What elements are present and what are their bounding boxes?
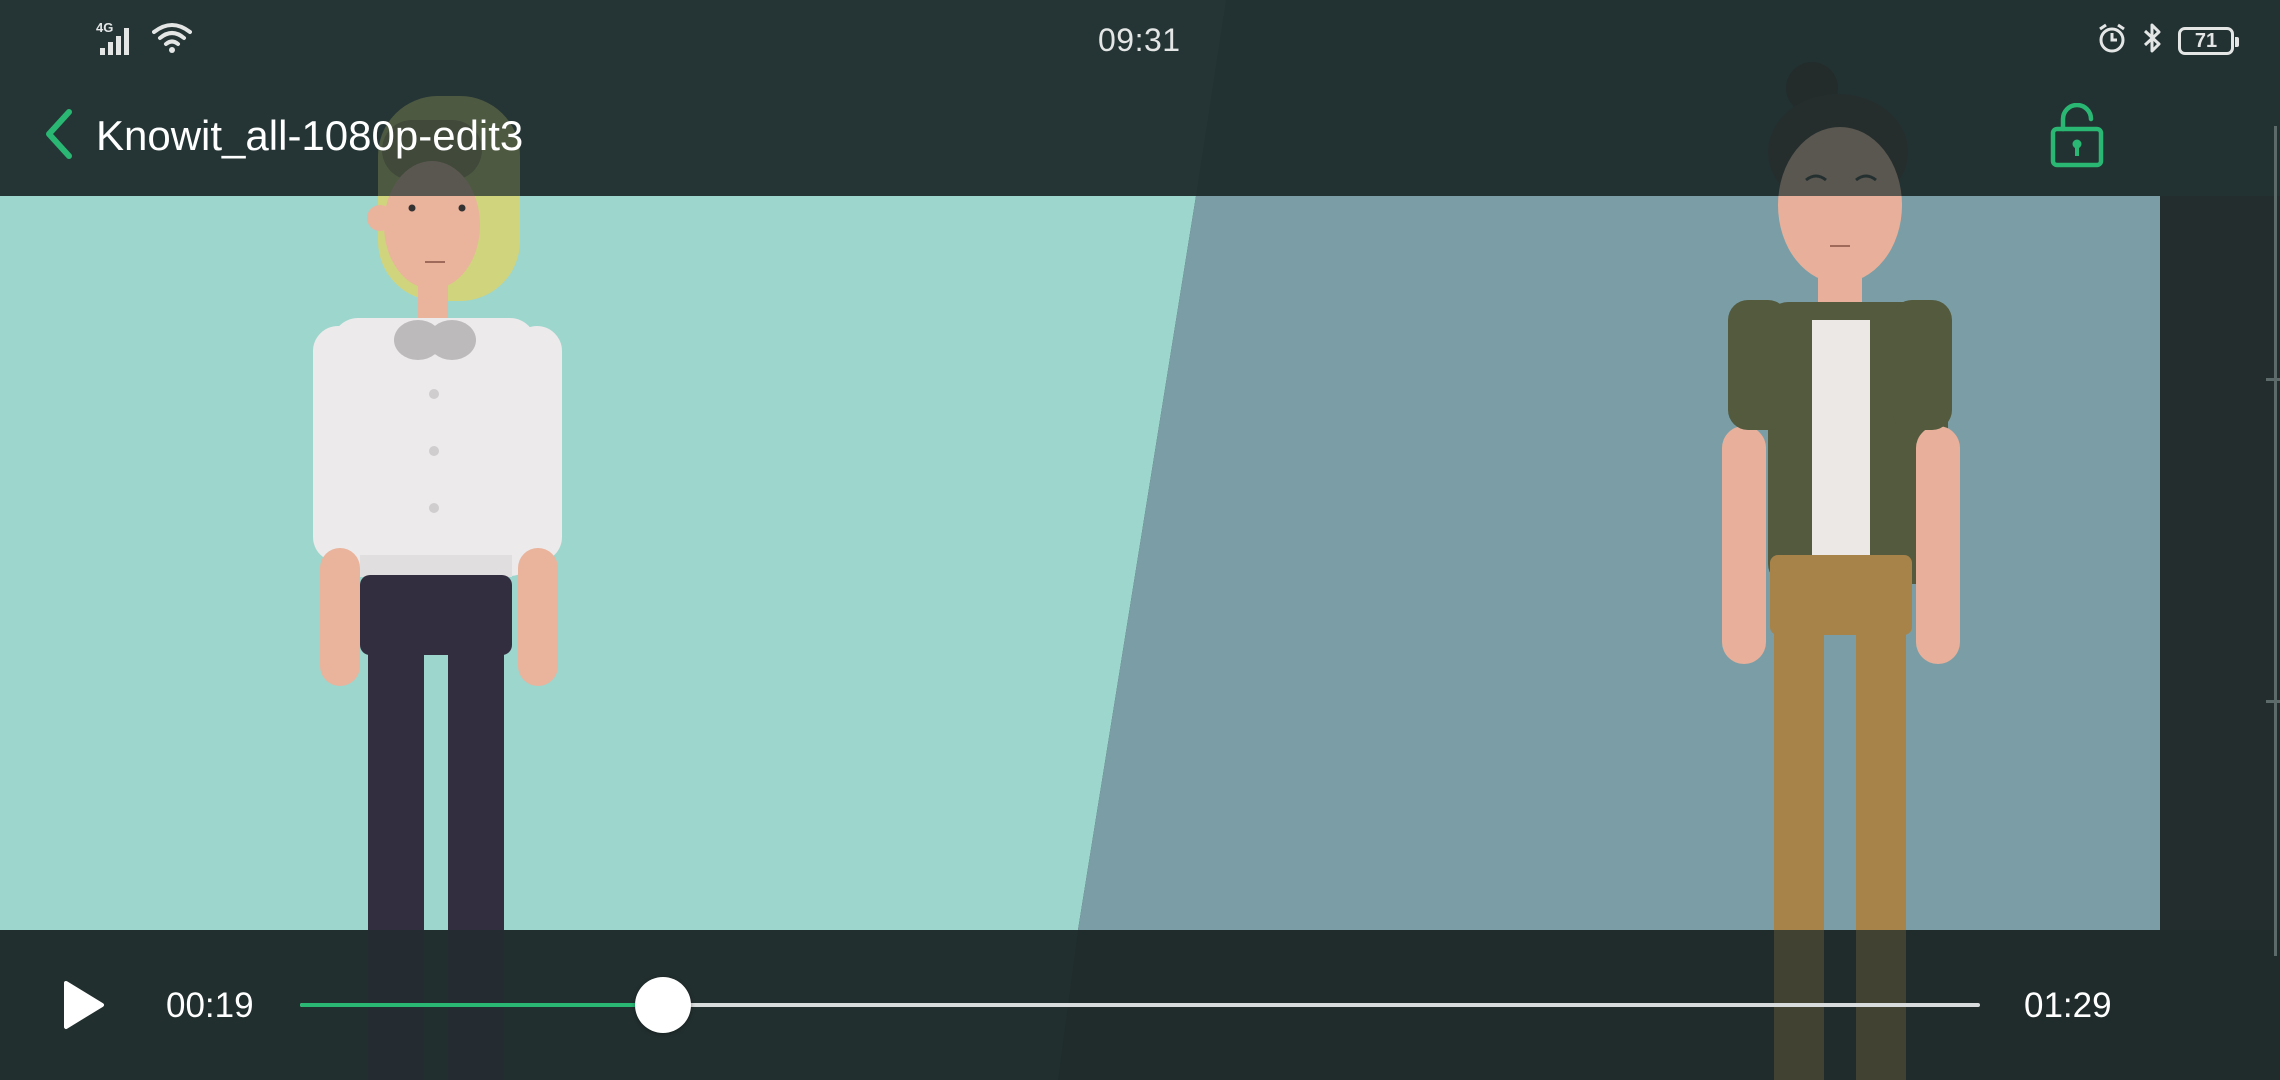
edge-tick bbox=[2266, 700, 2280, 703]
network-type-label: 4G bbox=[96, 20, 113, 35]
status-left-group: 4G bbox=[96, 20, 192, 61]
current-time: 00:19 bbox=[166, 986, 254, 1025]
seek-progress bbox=[300, 1003, 663, 1007]
battery-level: 71 bbox=[2194, 29, 2218, 52]
screen-lock-button[interactable] bbox=[2046, 102, 2108, 174]
chevron-left-icon bbox=[43, 108, 73, 165]
play-button[interactable] bbox=[56, 980, 110, 1034]
signal-icon: 4G bbox=[96, 20, 138, 61]
alarm-icon bbox=[2096, 22, 2128, 59]
status-time: 09:31 bbox=[1098, 22, 1181, 58]
total-time: 01:29 bbox=[2024, 986, 2112, 1025]
video-player-screen: 4G 09:31 71 Knowit_all-1080p-edit3 00:19… bbox=[0, 0, 2280, 1080]
status-right-group: 71 bbox=[2096, 22, 2239, 59]
status-bar: 4G 09:31 71 bbox=[0, 0, 2280, 80]
player-header: Knowit_all-1080p-edit3 bbox=[0, 80, 2160, 196]
edge-tick bbox=[2266, 378, 2280, 381]
edge-panel-handle[interactable] bbox=[2274, 126, 2277, 956]
back-button[interactable] bbox=[30, 108, 86, 164]
wifi-icon bbox=[152, 22, 192, 59]
bluetooth-icon bbox=[2142, 22, 2164, 59]
video-title: Knowit_all-1080p-edit3 bbox=[96, 112, 524, 159]
seek-thumb[interactable] bbox=[634, 977, 691, 1033]
playback-controls: 00:19 01:29 bbox=[0, 930, 2160, 1080]
unlock-icon bbox=[2049, 102, 2105, 174]
play-icon bbox=[60, 979, 106, 1036]
seek-bar[interactable] bbox=[300, 977, 1980, 1033]
battery-icon: 71 bbox=[2178, 26, 2239, 55]
